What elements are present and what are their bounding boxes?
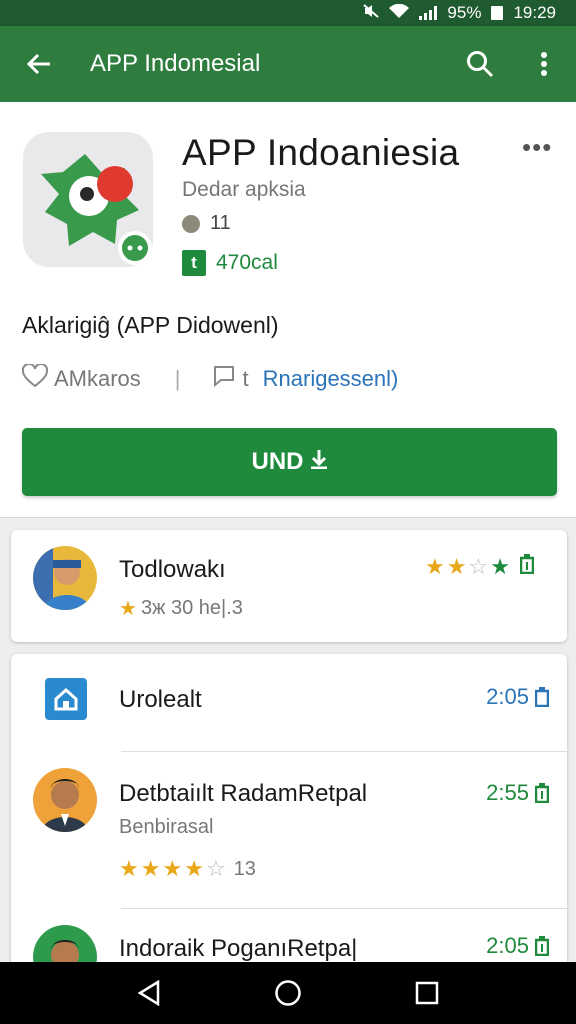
comment-icon[interactable] [211,364,237,394]
wishlist-label[interactable]: AMkaros [54,366,141,392]
developer-name[interactable]: Dedar apksia [182,178,306,202]
star-icon: ★ [162,856,183,881]
install-button[interactable]: UND [22,428,557,496]
battery-percent: 95% [447,3,482,22]
star-outline-icon: ☆ [205,856,226,881]
battery-small-icon [535,783,549,803]
wifi-icon [389,3,410,23]
mute-icon [363,3,380,23]
star-icon: ★ [446,554,467,579]
list-item-stars: ★ ★ ★ ★ ☆ 13 [119,856,256,882]
star-icon: ★ [184,856,204,881]
search-icon[interactable] [448,50,512,78]
star-icon: ★ [490,554,510,579]
list-item[interactable]: Detbtaiılt RadamRetpal Benbirasal ★ ★ ★ … [11,752,567,908]
page-title: APP Indomesial [90,50,261,77]
signal-icon [419,6,438,20]
battery-small-icon [535,936,549,956]
install-label: UND [251,448,304,475]
time-text: 2:05 [486,684,529,709]
rating-row: 11 [182,212,231,235]
heart-icon[interactable] [21,362,49,394]
list-item[interactable]: Urolealt 2:05 [11,654,567,752]
avatar [33,768,97,832]
list-item-time: 2:55 [486,780,549,806]
system-nav-bar [0,962,576,1024]
list-item-time: 2:05 [486,684,549,710]
reviews-link[interactable]: Rnarigessenl) [263,366,399,392]
app-bar: APP Indomesial [0,26,576,102]
rating-count: 13 [233,857,256,880]
review-stars: ★ ★ ☆ ★ [425,554,535,580]
nav-home-icon[interactable] [274,979,302,1007]
app-logo [23,132,153,267]
app-name: APP Indoaniesia [182,132,460,173]
battery-icon [491,6,504,20]
app-list: Urolealt 2:05 Detbtaiılt RadamRetpal Ben… [11,654,567,984]
download-icon [310,448,328,476]
app-description: Aklarigiĝ (APP Didowenl) [22,312,279,338]
rating-value: 11 [210,212,231,234]
home-icon [45,678,87,720]
arrow-left-icon[interactable] [0,53,78,75]
list-item-time: 2:05 [486,933,549,959]
divider: | [174,366,181,391]
status-bar: 95% 19:29 [0,0,576,26]
battery-small-icon [519,554,535,580]
list-item-subtitle: Benbirasal [119,816,214,838]
app-details: APP Indoaniesia ••• Dedar apksia 11 t 47… [0,102,576,518]
review-meta: ★ 3ж 30 he|.3 [119,596,243,621]
stats-row: AMkaros | t Rnarigessenl) [21,362,554,394]
time-text: 2:05 [486,933,529,958]
nav-back-icon[interactable] [137,980,161,1006]
more-horiz-icon[interactable]: ••• [522,132,552,163]
reviewer-name: Todlowakı [119,556,226,583]
review-meta-text: 3ж 30 he|.3 [140,597,243,619]
star-outline-icon: ☆ [468,554,489,579]
badge-text: 470cal [216,251,278,274]
nav-recents-icon[interactable] [415,981,439,1005]
star-icon: ★ [140,856,161,881]
battery-small-icon [535,687,549,707]
star-icon: ★ [119,598,137,620]
list-item-title: Indoraik PoganıRetpa| [119,935,358,962]
time-text: 2:55 [486,780,529,805]
badge-icon: t [182,250,206,276]
list-item-title: Urolealt [119,686,202,713]
review-card[interactable]: Todlowakı ★ 3ж 30 he|.3 ★ ★ ☆ ★ [11,530,567,642]
list-item-title: Detbtaiılt RadamRetpal [119,780,368,807]
star-icon: ★ [425,554,445,579]
rating-icon [182,214,200,233]
star-icon: ★ [119,856,139,881]
avatar [33,546,97,610]
comment-prefix: t [242,366,249,391]
clock: 19:29 [513,3,556,22]
content-badge: t 470cal [182,250,278,276]
more-vert-icon[interactable] [512,51,576,77]
